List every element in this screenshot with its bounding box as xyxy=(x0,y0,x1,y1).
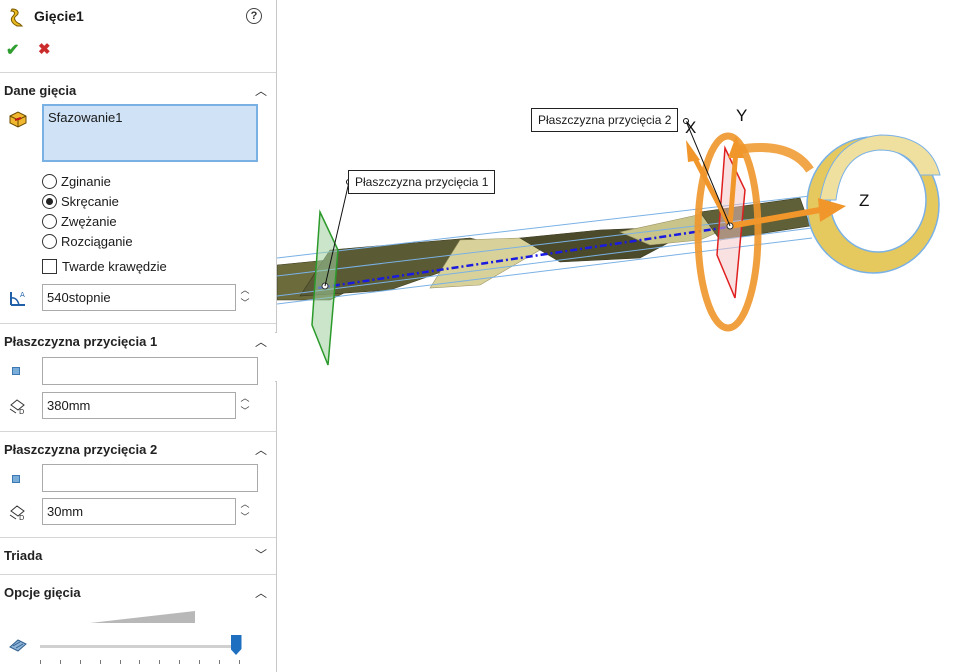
selected-item: Sfazowanie1 xyxy=(48,110,123,125)
distance-input[interactable]: 30mm xyxy=(42,498,236,525)
angle-icon: A xyxy=(8,289,28,310)
radio-circle[interactable] xyxy=(42,173,57,189)
spin-arrows[interactable]: ︿ ﹀ xyxy=(238,392,252,419)
trim-plane-2-distance-spinbox[interactable]: 30mm ︿ ﹀ xyxy=(42,498,254,525)
trim-plane-2-title: Płaszczyzna przycięcia 2 xyxy=(4,442,158,457)
svg-text:D: D xyxy=(19,514,24,521)
ok-button[interactable]: ✔ xyxy=(6,40,19,60)
collapse-trim-plane-1-chevron-icon[interactable]: ︿ xyxy=(255,333,267,350)
divider xyxy=(0,431,276,432)
bend-selection-list[interactable]: Sfazowanie1 xyxy=(42,104,258,162)
angle-value: 540stopnie xyxy=(47,290,111,305)
radio-circle[interactable] xyxy=(42,193,57,209)
distance-icon: D xyxy=(8,397,28,418)
collapse-bend-options-chevron-icon[interactable]: ︿ xyxy=(255,584,267,601)
help-icon[interactable]: ? xyxy=(246,8,262,24)
checkbox-box[interactable] xyxy=(42,259,57,274)
property-manager-panel: Gięcie1 ? ✔ ✖ Dane gięcia ︿ Sfazowanie1 … xyxy=(0,0,277,672)
divider xyxy=(0,323,276,324)
graphics-area[interactable]: Płaszczyzna przycięcia 1 Płaszczyzna prz… xyxy=(277,0,957,672)
checkbox-label: Twarde krawędzie xyxy=(62,259,167,274)
slider-ticks xyxy=(40,660,240,664)
collapse-bend-data-chevron-icon[interactable]: ︿ xyxy=(255,82,267,99)
model-view xyxy=(277,118,941,366)
trim-plane-1-distance-spinbox[interactable]: 380mm ︿ ﹀ xyxy=(42,392,254,419)
accuracy-icon xyxy=(8,637,28,656)
accuracy-slider-thumb[interactable] xyxy=(230,635,242,655)
radio-bending[interactable]: Zginanie xyxy=(42,171,111,191)
trim-plane-1-callout[interactable]: Płaszczyzna przycięcia 1 xyxy=(348,170,496,194)
spin-arrows[interactable]: ︿ ﹀ xyxy=(238,498,252,525)
svg-text:A: A xyxy=(20,291,25,299)
feature-title: Gięcie1 xyxy=(34,8,84,24)
radio-label: Zwężanie xyxy=(61,213,117,229)
radio-tapering[interactable]: Zwężanie xyxy=(42,211,117,231)
edge-selection-icon xyxy=(8,110,28,131)
trim-plane-1-title: Płaszczyzna przycięcia 1 xyxy=(4,334,158,349)
radio-stretching[interactable]: Rozciąganie xyxy=(42,231,133,251)
radio-label: Rozciąganie xyxy=(61,233,133,249)
divider xyxy=(0,537,276,538)
radio-circle[interactable] xyxy=(42,213,57,229)
distance-input[interactable]: 380mm xyxy=(42,392,236,419)
angle-spinbox[interactable]: 540stopnie ︿ ﹀ xyxy=(42,284,254,311)
flex-feature-icon xyxy=(8,7,26,30)
feature-header: Gięcie1 ? ✔ ✖ xyxy=(0,0,276,70)
expand-triad-chevron-icon[interactable]: ﹀ xyxy=(255,546,267,563)
distance-value: 30mm xyxy=(47,504,84,519)
axis-z-label: Z xyxy=(859,191,870,210)
triad-title: Triada xyxy=(4,548,43,563)
bend-data-title: Dane gięcia xyxy=(4,83,77,98)
collapse-trim-plane-2-chevron-icon[interactable]: ︿ xyxy=(255,441,267,458)
divider xyxy=(0,574,276,575)
accuracy-wedge-icon xyxy=(90,611,195,623)
divider xyxy=(0,72,276,73)
angle-input[interactable]: 540stopnie xyxy=(42,284,236,311)
radio-label: Skręcanie xyxy=(61,193,119,209)
accuracy-slider-track[interactable] xyxy=(40,645,240,648)
bend-options-title: Opcje gięcia xyxy=(4,585,81,600)
cancel-button[interactable]: ✖ xyxy=(38,40,51,58)
plane-reference-icon xyxy=(12,367,20,375)
distance-icon: D xyxy=(8,503,28,524)
plane-reference-icon xyxy=(12,475,20,483)
trim-plane-2-callout[interactable]: Płaszczyzna przycięcia 2 xyxy=(531,108,679,132)
radio-twisting[interactable]: Skręcanie xyxy=(42,191,119,211)
trim-plane-2-reference-field[interactable] xyxy=(42,464,258,492)
spin-arrows[interactable]: ︿ ﹀ xyxy=(238,284,252,311)
svg-text:D: D xyxy=(19,408,24,415)
axis-x-label: X xyxy=(685,118,697,137)
radio-circle[interactable] xyxy=(42,233,57,249)
axis-y-label: Y xyxy=(736,106,748,125)
radio-label: Zginanie xyxy=(61,173,111,189)
trim-plane-1-reference-field[interactable] xyxy=(42,357,258,385)
hard-edges-checkbox[interactable]: Twarde krawędzie xyxy=(42,259,167,274)
distance-value: 380mm xyxy=(47,398,91,413)
